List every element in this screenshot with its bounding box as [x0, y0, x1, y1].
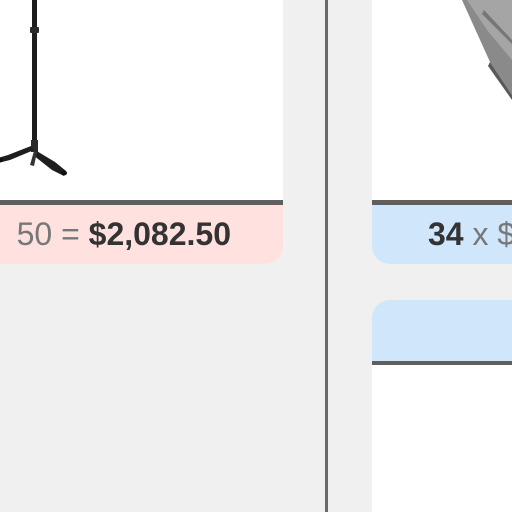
product-card-left-image[interactable]	[0, 0, 283, 200]
unit-price-partial: 50	[16, 216, 53, 252]
product-card-header	[372, 300, 512, 361]
line-total-banner: 50 = $2,082.50	[0, 205, 283, 264]
unit-price-partial: $	[497, 216, 512, 252]
multiply-sign: x	[472, 216, 489, 252]
line-total-amount: $2,082.50	[88, 216, 231, 252]
product-card-body[interactable]	[372, 365, 512, 512]
product-grid: 50 = $2,082.50 34 x $	[0, 0, 512, 512]
column-divider	[325, 0, 328, 512]
line-total-banner: 34 x $	[372, 205, 512, 264]
line-total-text: 50 = $2,082.50	[17, 205, 231, 264]
stage-platform-image	[462, 0, 512, 100]
product-card-right-image[interactable]	[372, 0, 512, 200]
quantity-value: 34	[428, 216, 464, 252]
microphone-stand-image	[0, 0, 67, 176]
line-total-text: 34 x $	[428, 205, 512, 264]
equals-sign: =	[61, 216, 80, 252]
